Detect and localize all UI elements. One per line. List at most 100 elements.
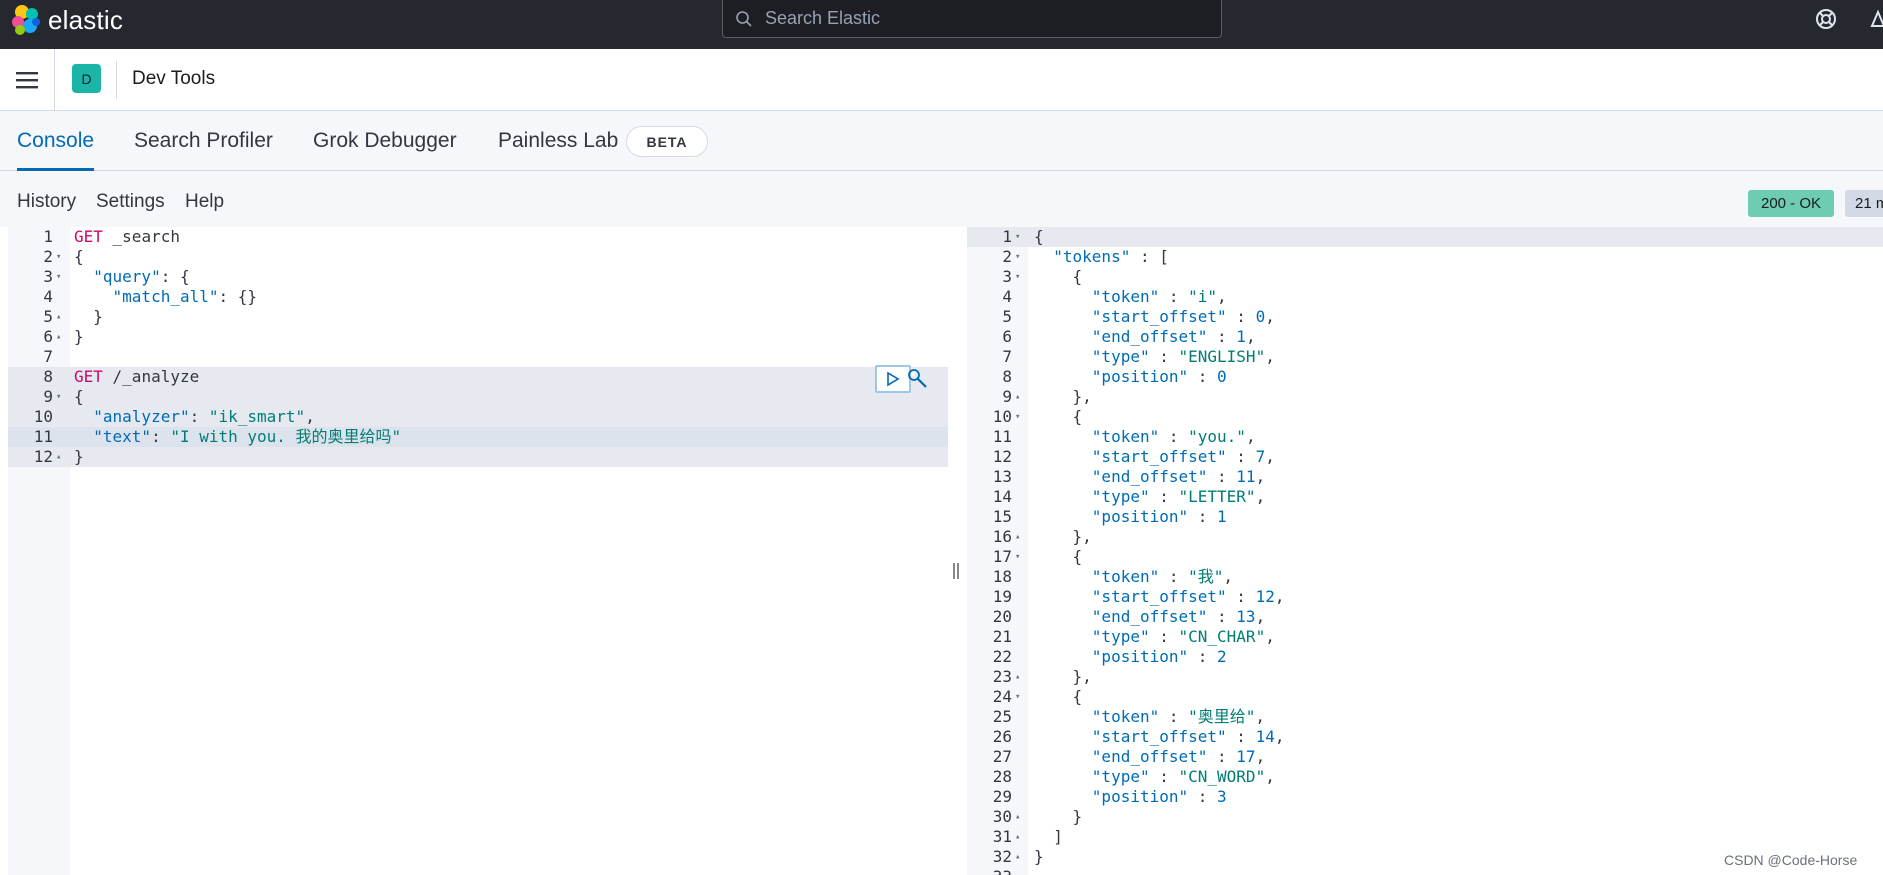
code-line[interactable]: 5 ▴ } — [8, 307, 948, 327]
code-line[interactable]: 11 "token" : "you.", — [967, 427, 1883, 447]
code-line[interactable]: 1 ▾ { — [967, 227, 1883, 247]
fold-toggle-icon[interactable]: ▴ — [56, 447, 66, 467]
code-line[interactable]: 15 "position" : 1 — [967, 507, 1883, 527]
code-text: "type" : "LETTER", — [1034, 487, 1265, 507]
fold-toggle-icon[interactable]: ▴ — [1015, 827, 1025, 847]
code-line[interactable]: 5 "start_offset" : 0, — [967, 307, 1883, 327]
code-line[interactable]: 33 — [967, 867, 1883, 875]
code-line[interactable]: 12 ▴} — [8, 447, 948, 467]
line-number: 22 — [992, 647, 1012, 666]
history-link[interactable]: History — [17, 191, 76, 213]
fold-toggle-icon[interactable]: ▾ — [1015, 267, 1025, 287]
code-line[interactable]: 18 "token" : "我", — [967, 567, 1883, 587]
code-line[interactable]: 22 "position" : 2 — [967, 647, 1883, 667]
code-line[interactable]: 12 "start_offset" : 7, — [967, 447, 1883, 467]
menu-button[interactable] — [0, 49, 55, 111]
fold-toggle-icon[interactable]: ▾ — [1015, 547, 1025, 567]
fold-toggle-icon[interactable]: ▾ — [56, 247, 66, 267]
code-line[interactable]: 27 "end_offset" : 17, — [967, 747, 1883, 767]
help-link[interactable]: Help — [185, 191, 224, 213]
settings-link[interactable]: Settings — [96, 191, 165, 213]
code-line[interactable]: 4 "token" : "i", — [967, 287, 1883, 307]
code-line[interactable]: 2 ▾ { — [8, 247, 948, 267]
code-line[interactable]: 25 "token" : "奥里给", — [967, 707, 1883, 727]
line-number: 6 — [43, 327, 53, 346]
wrench-icon[interactable] — [906, 367, 930, 391]
code-line[interactable]: 10 ▾ { — [967, 407, 1883, 427]
fold-toggle-icon[interactable]: ▴ — [1015, 387, 1025, 407]
code-line[interactable]: 9 ▴ }, — [967, 387, 1883, 407]
fold-toggle-icon[interactable]: ▴ — [56, 327, 66, 347]
fold-toggle-icon[interactable]: ▾ — [56, 267, 66, 287]
code-token-punc — [74, 427, 93, 446]
code-line[interactable]: 6 ▴} — [8, 327, 948, 347]
line-number: 26 — [992, 727, 1012, 746]
tab-grok-debugger[interactable]: Grok Debugger — [313, 111, 457, 171]
code-token-punc — [74, 407, 93, 426]
code-line[interactable]: 17 ▾ { — [967, 547, 1883, 567]
code-line[interactable]: 2 ▾ "tokens" : [ — [967, 247, 1883, 267]
code-line[interactable]: 16 ▴ }, — [967, 527, 1883, 547]
code-line[interactable]: 9 ▾ { — [8, 387, 948, 407]
code-line[interactable]: 21 "type" : "CN_CHAR", — [967, 627, 1883, 647]
code-line[interactable]: 1 GET _search — [8, 227, 948, 247]
code-line[interactable]: 24 ▾ { — [967, 687, 1883, 707]
response-editor[interactable]: 1 ▾{2 ▾ "tokens" : [3 ▾ {4 "token" : "i", 5 … — [967, 227, 1883, 875]
line-number: 21 — [992, 627, 1012, 646]
code-line[interactable]: 26 "start_offset" : 14, — [967, 727, 1883, 747]
fold-toggle-icon[interactable]: ▾ — [1015, 247, 1025, 267]
code-token-num: 12 — [1255, 587, 1275, 606]
line-number: 23 — [992, 667, 1012, 686]
fold-toggle-icon[interactable]: ▾ — [1015, 687, 1025, 707]
code-token-str: "LETTER" — [1178, 487, 1256, 506]
code-line[interactable]: 20 "end_offset" : 13, — [967, 607, 1883, 627]
fold-toggle-icon[interactable]: ▴ — [1015, 847, 1025, 867]
code-line[interactable]: 10 "analyzer": "ik_smart", — [8, 407, 948, 427]
code-line[interactable]: 13 "end_offset" : 11, — [967, 467, 1883, 487]
breadcrumb[interactable]: Dev Tools — [132, 68, 215, 90]
code-line[interactable]: 19 "start_offset" : 12, — [967, 587, 1883, 607]
code-token-punc: : — [1207, 747, 1237, 766]
code-line[interactable]: 28 "type" : "CN_WORD", — [967, 767, 1883, 787]
code-line[interactable]: 11 "text": "I with you. 我的奥里给吗" — [8, 427, 948, 447]
code-text: "token" : "我", — [1034, 567, 1233, 587]
code-text: "token" : "i", — [1034, 287, 1227, 307]
code-line[interactable]: 14 "type" : "LETTER", — [967, 487, 1883, 507]
elastic-logo[interactable]: elastic — [10, 2, 123, 38]
code-line[interactable]: 8 "position" : 0 — [967, 367, 1883, 387]
request-editor[interactable]: 1 GET _search 2 ▾{3 ▾ "query": {4 "match_all… — [8, 227, 948, 875]
fold-toggle-icon[interactable]: ▾ — [1015, 407, 1025, 427]
code-line[interactable]: 30 ▴ } — [967, 807, 1883, 827]
fold-toggle-icon[interactable]: ▴ — [56, 307, 66, 327]
tab-painless-lab[interactable]: Painless Lab — [498, 111, 618, 171]
notifications-icon[interactable] — [1870, 6, 1883, 32]
fold-toggle-icon[interactable]: ▴ — [1015, 807, 1025, 827]
code-line[interactable]: 8 GET /_analyze — [8, 367, 948, 387]
code-token-punc: : — [1149, 767, 1179, 786]
code-line[interactable]: 29 "position" : 3 — [967, 787, 1883, 807]
fold-toggle-icon[interactable]: ▾ — [1015, 227, 1025, 247]
code-line[interactable]: 7 — [8, 347, 948, 367]
code-token-punc — [1034, 707, 1092, 726]
tab-search-profiler[interactable]: Search Profiler — [134, 111, 273, 171]
code-line[interactable]: 3 ▾ { — [967, 267, 1883, 287]
code-line[interactable]: 4 "match_all": {} — [8, 287, 948, 307]
search-input[interactable] — [765, 8, 1205, 29]
code-token-punc: }, — [1034, 667, 1092, 686]
code-token-url: /_analyze — [102, 367, 200, 386]
code-token-punc: } — [74, 327, 84, 346]
tab-console[interactable]: Console — [17, 111, 95, 172]
space-avatar[interactable]: D — [72, 64, 101, 93]
code-line[interactable]: 7 "type" : "ENGLISH", — [967, 347, 1883, 367]
fold-toggle-icon[interactable]: ▴ — [1015, 667, 1025, 687]
code-line[interactable]: 3 ▾ "query": { — [8, 267, 948, 287]
code-line[interactable]: 23 ▴ }, — [967, 667, 1883, 687]
fold-toggle-icon[interactable]: ▾ — [56, 387, 66, 407]
help-lifebuoy-icon[interactable] — [1814, 7, 1838, 31]
code-line[interactable]: 31 ▴ ] — [967, 827, 1883, 847]
code-token-key: "end_offset" — [1091, 607, 1208, 626]
global-search[interactable] — [722, 0, 1222, 38]
pane-resizer-icon[interactable] — [951, 562, 961, 580]
fold-toggle-icon[interactable]: ▴ — [1015, 527, 1025, 547]
code-line[interactable]: 6 "end_offset" : 1, — [967, 327, 1883, 347]
